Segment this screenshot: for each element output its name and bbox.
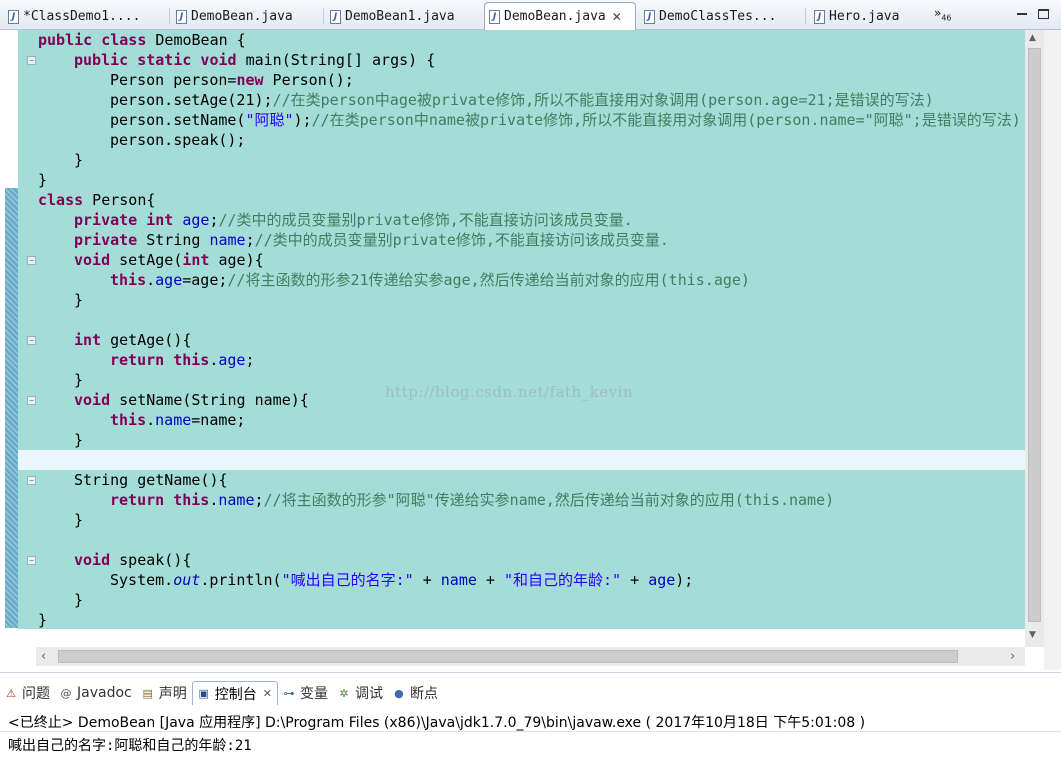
maximize-icon[interactable] [1038, 9, 1049, 19]
code-line: } [38, 171, 48, 189]
javadoc-icon: @ [60, 686, 72, 700]
java-file-icon: J [814, 9, 825, 24]
code-line: void setAge(int age){ [74, 251, 264, 269]
java-file-icon: J [489, 9, 500, 24]
java-file-icon: J [644, 9, 655, 24]
code-line: person.setAge(21);//在类person中age被private… [110, 91, 934, 109]
scroll-up-icon[interactable]: ▲ [1029, 33, 1036, 43]
editor-tab-bar: J *ClassDemo1.... J DemoBean.java J Demo… [0, 0, 1061, 30]
code-line: } [38, 611, 48, 629]
tab-demobean-active[interactable]: J DemoBean.java ✕ [484, 2, 636, 30]
console-output[interactable]: 喊出自己的名字:阿聪和自己的年龄:21 [8, 735, 252, 755]
overview-ruler [5, 188, 18, 628]
tab-problems[interactable]: ⚠ 问题 [0, 681, 55, 705]
overview-rail [1044, 30, 1061, 670]
launch-info: DemoBean [Java 应用程序] D:\Program Files (x… [73, 715, 866, 731]
code-line: public class DemoBean { [38, 31, 246, 49]
tab-console[interactable]: ▣ 控制台 ✕ [191, 681, 278, 705]
code-line: return this.name;//将主函数的形参"阿聪"传递给实参name,… [110, 491, 835, 509]
tab-label: DemoClassTes... [659, 9, 777, 24]
tab-variables[interactable]: ⊶ 变量 [278, 681, 333, 705]
scrollbar-thumb[interactable] [1028, 48, 1041, 622]
debug-icon: ✲ [339, 686, 349, 700]
tab-democlasstest[interactable]: J DemoClassTes... [640, 3, 806, 30]
java-file-icon: J [176, 9, 187, 24]
tab-javadoc[interactable]: @ Javadoc [55, 681, 137, 705]
tab-overflow-button[interactable]: »46 [934, 6, 952, 22]
code-line: this.name=name; [110, 411, 246, 429]
code-line: Person person=new Person(); [110, 71, 354, 89]
code-line: System.out.println("喊出自己的名字:" + name + "… [110, 571, 694, 589]
code-line: } [74, 591, 84, 609]
code-line: String getName(){ [74, 471, 228, 489]
code-line: int getAge(){ [74, 331, 192, 349]
bottom-panel: ⚠ 问题 @ Javadoc ▤ 声明 ▣ 控制台 ✕ ⊶ 变量 ✲ 调试 ● … [0, 672, 1061, 771]
terminated-label: <已终止> [8, 715, 74, 731]
tab-overflow-count: 46 [941, 13, 952, 23]
declaration-icon: ▤ [142, 686, 153, 700]
scrollbar-thumb[interactable] [58, 650, 958, 663]
tab-breakpoints[interactable]: ● 断点 [388, 681, 443, 705]
problems-icon: ⚠ [6, 686, 16, 700]
code-line: person.setName("阿聪");//在类person中name被pri… [110, 111, 1021, 129]
tab-declaration[interactable]: ▤ 声明 [137, 681, 192, 705]
java-file-icon: J [8, 9, 19, 24]
tab-debug[interactable]: ✲ 调试 [333, 681, 388, 705]
console-status: <已终止> DemoBean [Java 应用程序] D:\Program Fi… [8, 712, 865, 732]
java-file-icon: J [330, 9, 341, 24]
code-line: person.speak(); [110, 131, 246, 149]
window-controls [1016, 8, 1049, 20]
code-line: public static void main(String[] args) { [74, 51, 436, 69]
tab-label: Hero.java [829, 9, 900, 24]
code-editor[interactable]: − − − − − − public class DemoBean { publ… [0, 30, 1061, 670]
tab-label: DemoBean.java [191, 9, 293, 24]
close-icon[interactable]: ✕ [263, 687, 272, 700]
minimize-icon[interactable] [1016, 8, 1028, 20]
current-line-highlight [18, 450, 1025, 470]
variables-icon: ⊶ [283, 686, 295, 700]
fold-toggle-icon[interactable]: − [27, 556, 36, 565]
fold-toggle-icon[interactable]: − [27, 56, 36, 65]
vertical-scrollbar[interactable]: ▲ ▼ [1025, 30, 1044, 647]
console-icon: ▣ [198, 687, 209, 700]
code-line: class Person{ [38, 191, 156, 209]
tab-label: DemoBean.java [504, 9, 606, 24]
watermark: http://blog.csdn.net/fath_kevin [385, 383, 634, 401]
code-line: return this.age; [110, 351, 255, 369]
code-line: } [74, 511, 84, 529]
tab-demobean1[interactable]: J DemoBean1.java [326, 3, 482, 30]
scroll-down-icon[interactable]: ▼ [1029, 630, 1036, 640]
horizontal-scrollbar[interactable]: ‹ › [36, 647, 1025, 666]
code-line: } [74, 371, 84, 389]
tab-demobean[interactable]: J DemoBean.java [172, 3, 324, 30]
tab-classdemo1[interactable]: J *ClassDemo1.... [4, 3, 170, 30]
breakpoints-icon: ● [394, 686, 404, 700]
scroll-right-icon[interactable]: › [1010, 649, 1015, 664]
code-line: this.age=age;//将主函数的形参21传递给实参age,然后传递给当前… [110, 271, 750, 289]
fold-toggle-icon[interactable]: − [27, 256, 36, 265]
code-line: } [74, 291, 84, 309]
fold-toggle-icon[interactable]: − [27, 476, 36, 485]
divider [0, 731, 1061, 732]
tab-label: *ClassDemo1.... [23, 9, 141, 24]
panel-tab-bar: ⚠ 问题 @ Javadoc ▤ 声明 ▣ 控制台 ✕ ⊶ 变量 ✲ 调试 ● … [0, 681, 1061, 705]
close-icon[interactable]: ✕ [612, 10, 622, 24]
fold-toggle-icon[interactable]: − [27, 336, 36, 345]
tab-label: DemoBean1.java [345, 9, 455, 24]
code-line: void speak(){ [74, 551, 192, 569]
code-line: } [74, 431, 84, 449]
code-line: private int age;//类中的成员变量别private修饰,不能直接… [74, 211, 633, 229]
code-line: } [74, 151, 84, 169]
scroll-left-icon[interactable]: ‹ [41, 649, 46, 664]
fold-toggle-icon[interactable]: − [27, 396, 36, 405]
tab-hero[interactable]: J Hero.java [810, 3, 928, 30]
code-line: private String name;//类中的成员变量别private修饰,… [74, 231, 669, 249]
code-line: void setName(String name){ [74, 391, 309, 409]
